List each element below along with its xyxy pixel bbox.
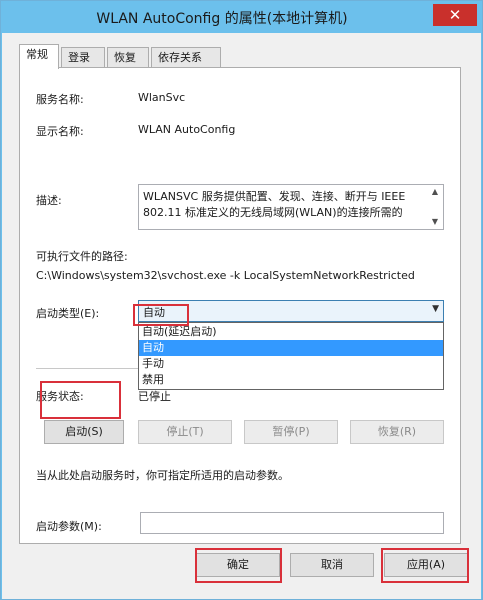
cancel-button[interactable]: 取消 xyxy=(290,553,374,577)
annotation-box-ok xyxy=(195,548,282,583)
startup-type-dropdown: 自动(延迟启动) 自动 手动 禁用 xyxy=(138,322,444,390)
startup-option-auto-delayed[interactable]: 自动(延迟启动) xyxy=(139,324,443,340)
display-name-label: 显示名称: xyxy=(36,125,84,138)
pause-button[interactable]: 暂停(P) xyxy=(244,420,338,444)
exe-path-label: 可执行文件的路径: xyxy=(36,250,128,263)
service-name-label: 服务名称: xyxy=(36,93,84,106)
scroll-up-icon[interactable]: ▲ xyxy=(427,185,443,199)
chevron-down-icon: ▼ xyxy=(432,304,439,314)
start-button[interactable]: 启动(S) xyxy=(44,420,124,444)
annotation-box-start xyxy=(40,381,121,419)
startup-option-manual[interactable]: 手动 xyxy=(139,356,443,372)
general-panel: 服务名称: WlanSvc 显示名称: WLAN AutoConfig 描述: … xyxy=(19,67,461,544)
startup-option-disabled[interactable]: 禁用 xyxy=(139,372,443,388)
startup-option-auto[interactable]: 自动 xyxy=(139,340,443,356)
description-box[interactable]: WLANSVC 服务提供配置、发现、连接、断开与 IEEE 802.11 标准定… xyxy=(138,184,444,230)
window-title: WLAN AutoConfig 的属性(本地计算机) xyxy=(96,11,348,27)
description-label: 描述: xyxy=(36,194,62,207)
description-scrollbar[interactable]: ▲ ▼ xyxy=(427,185,443,229)
annotation-box-auto xyxy=(133,304,189,326)
dialog-client: 常规 登录 恢复 依存关系 服务名称: WlanSvc 显示名称: WLAN A… xyxy=(2,33,481,599)
properties-window: WLAN AutoConfig 的属性(本地计算机) ✕ 常规 登录 恢复 依存… xyxy=(0,0,483,600)
start-params-input[interactable] xyxy=(140,512,444,534)
exe-path-value: C:\Windows\system32\svchost.exe -k Local… xyxy=(36,269,415,282)
description-text: WLANSVC 服务提供配置、发现、连接、断开与 IEEE 802.11 标准定… xyxy=(143,190,406,219)
display-name-value: WLAN AutoConfig xyxy=(138,123,236,136)
tab-dependencies[interactable]: 依存关系 xyxy=(151,47,221,68)
annotation-box-apply xyxy=(381,548,469,583)
scroll-down-icon[interactable]: ▼ xyxy=(427,215,443,229)
service-status-value: 已停止 xyxy=(138,390,171,403)
title-bar[interactable]: WLAN AutoConfig 的属性(本地计算机) ✕ xyxy=(2,2,481,33)
close-button[interactable]: ✕ xyxy=(433,4,477,26)
startup-type-label: 启动类型(E): xyxy=(36,307,100,320)
start-params-hint: 当从此处启动服务时，你可指定所适用的启动参数。 xyxy=(36,469,289,482)
tab-logon[interactable]: 登录 xyxy=(61,47,105,68)
close-icon: ✕ xyxy=(448,6,462,24)
stop-button[interactable]: 停止(T) xyxy=(138,420,232,444)
resume-button[interactable]: 恢复(R) xyxy=(350,420,444,444)
service-name-value: WlanSvc xyxy=(138,91,186,104)
tab-recovery[interactable]: 恢复 xyxy=(107,47,149,68)
start-params-label: 启动参数(M): xyxy=(36,520,102,533)
tab-general[interactable]: 常规 xyxy=(19,44,59,69)
